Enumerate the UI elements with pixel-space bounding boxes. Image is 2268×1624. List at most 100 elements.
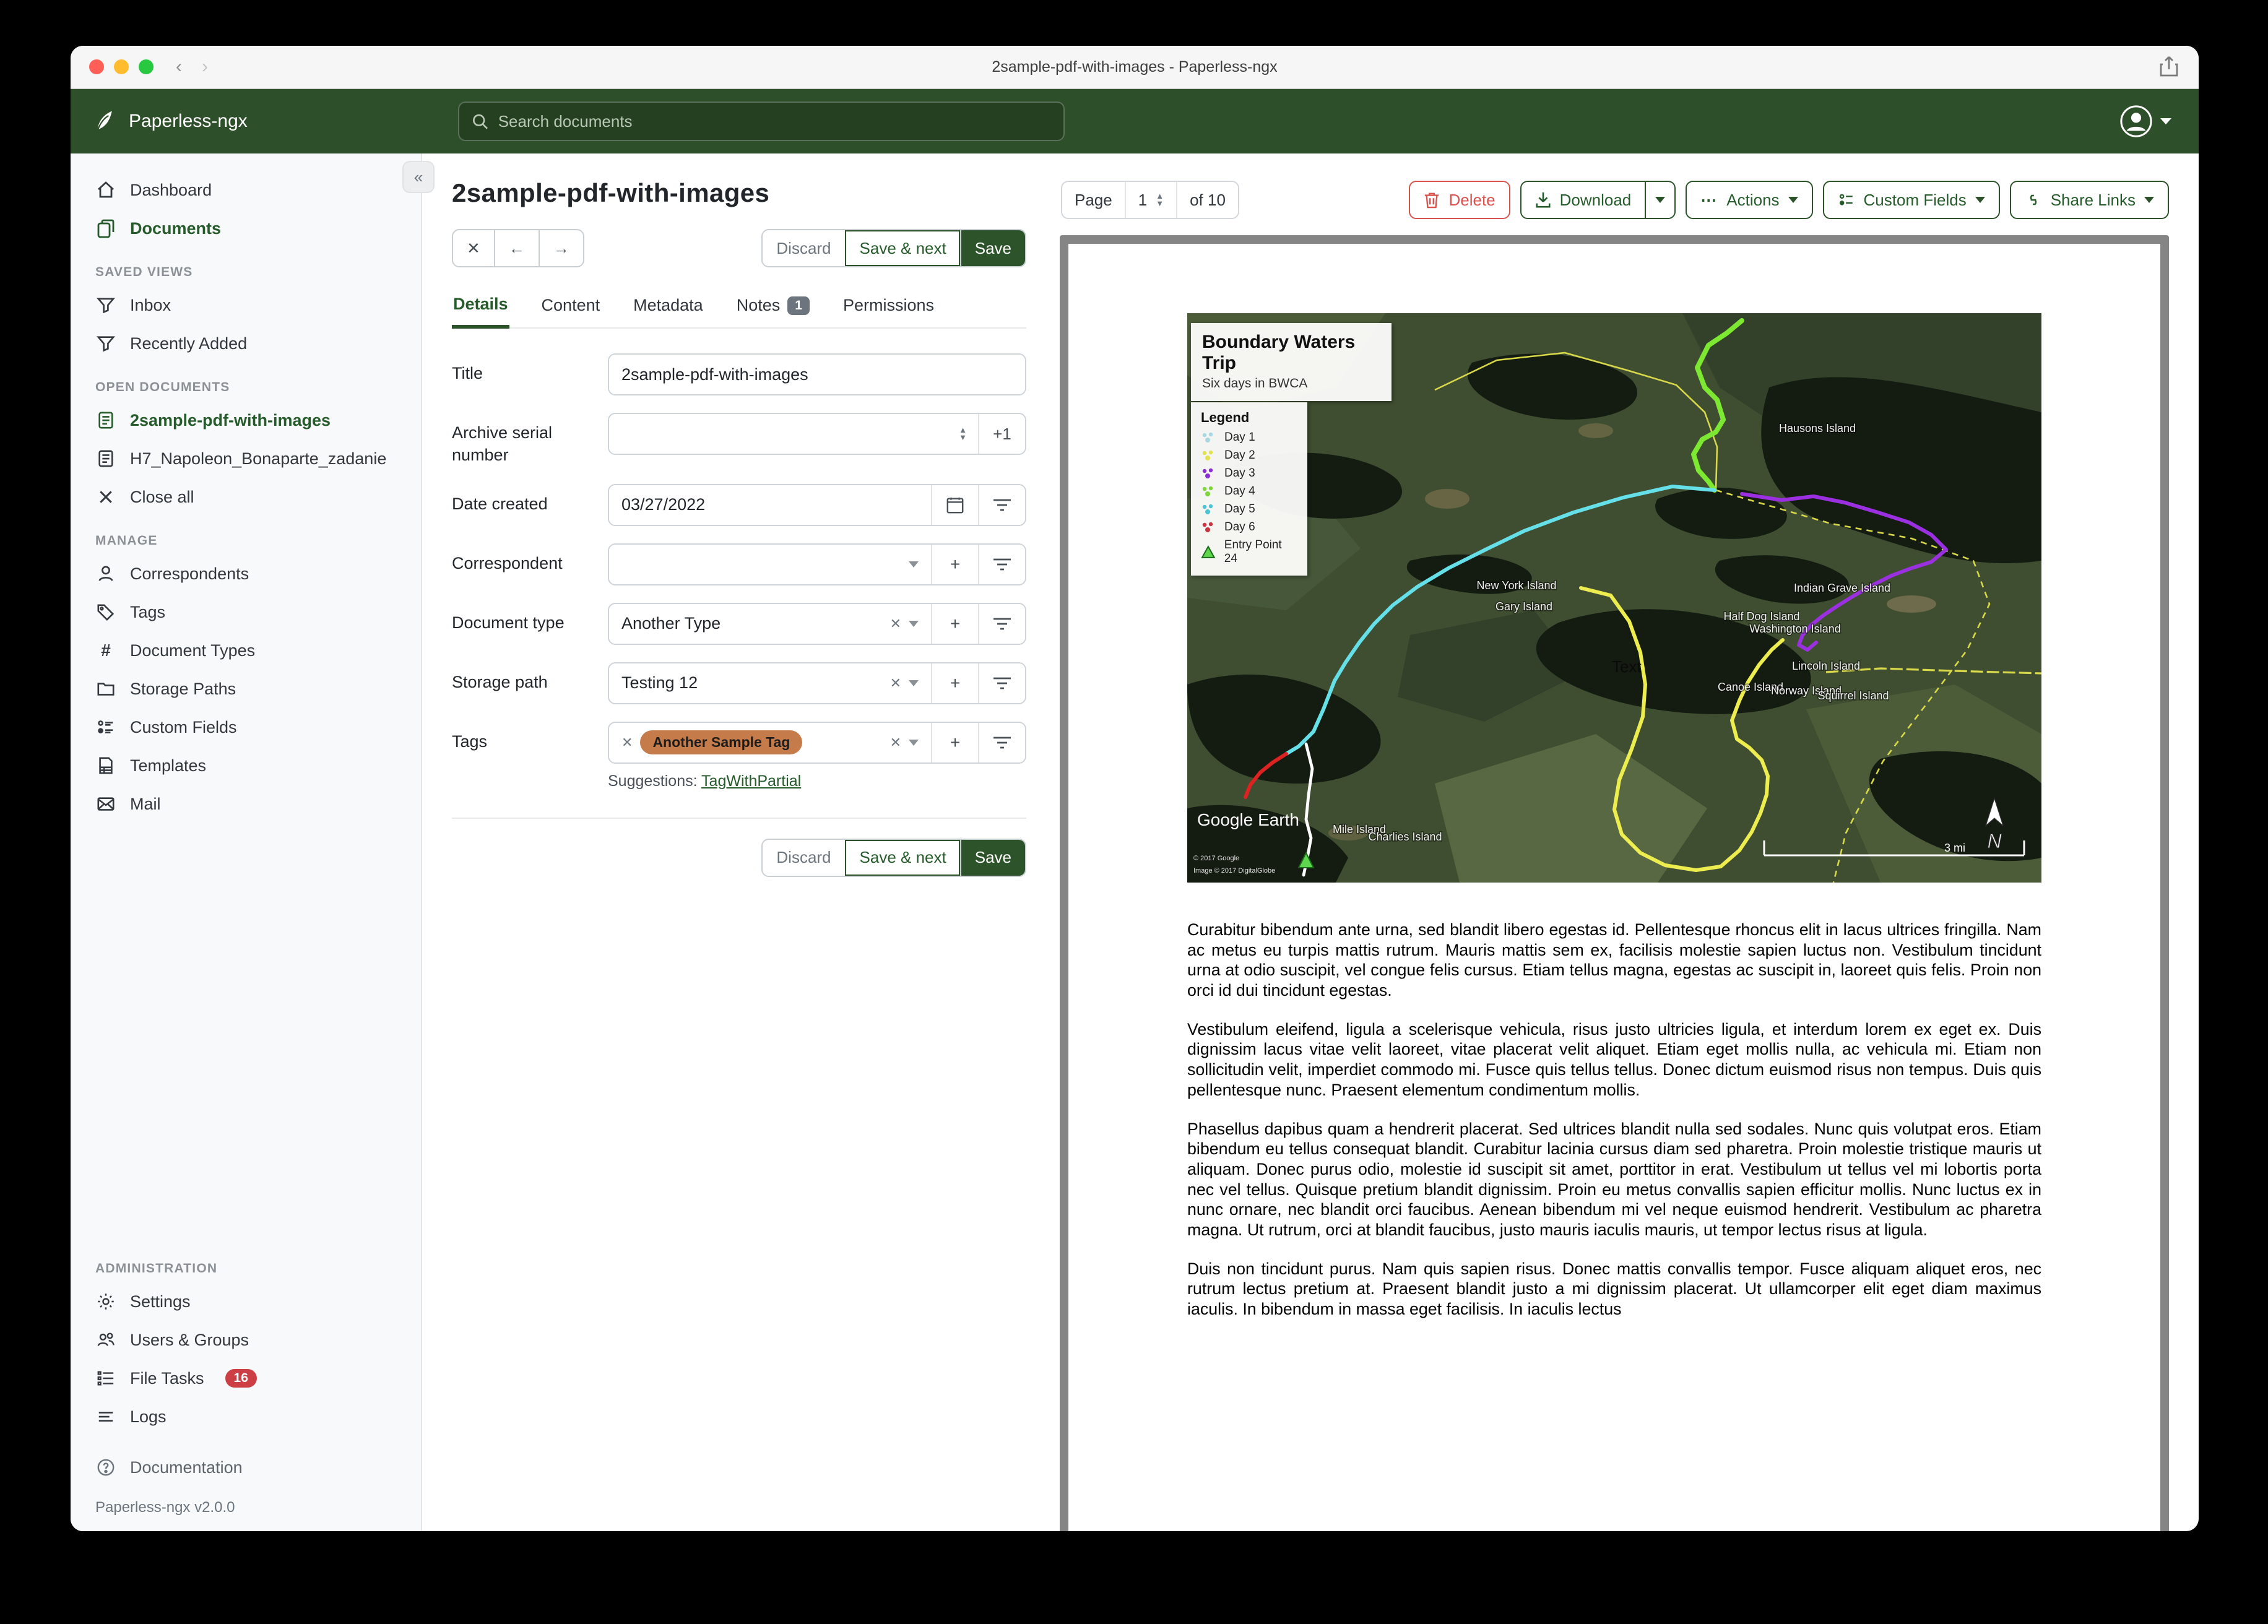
sidebar-item-label: Custom Fields <box>130 717 237 736</box>
tab-notes[interactable]: Notes 1 <box>735 295 811 327</box>
save-button[interactable]: Save <box>959 230 1025 266</box>
sidebar-item-logs[interactable]: Logs <box>71 1397 421 1436</box>
custom-fields-button[interactable]: Custom Fields <box>1822 181 2000 219</box>
legend-label: Day 6 <box>1224 520 1255 533</box>
next-document-button[interactable]: → <box>538 230 583 266</box>
pdf-viewer-frame[interactable]: Hausons Island New York Island Gary Isla… <box>1060 235 2169 1531</box>
delete-button[interactable]: Delete <box>1409 181 1510 219</box>
sidebar-collapse-button[interactable]: « <box>402 161 435 193</box>
paragraph: Curabitur bibendum ante urna, sed blandi… <box>1187 920 2041 1000</box>
sidebar-item-label: Correspondents <box>130 564 249 583</box>
actions-button[interactable]: ⋯ Actions <box>1686 181 1813 219</box>
app-brand[interactable]: Paperless-ngx <box>90 108 248 135</box>
document-icon <box>95 448 116 469</box>
sidebar-item-document-types[interactable]: # Document Types <box>71 631 421 670</box>
discard-button[interactable]: Discard <box>763 230 845 266</box>
clear-icon[interactable]: ✕ <box>890 616 901 632</box>
save-next-button[interactable]: Save & next <box>844 839 960 876</box>
sidebar-open-doc-napoleon[interactable]: H7_Napoleon_Bonaparte_zadanie <box>71 439 421 478</box>
close-document-button[interactable]: ✕ <box>453 230 494 266</box>
tag-chip[interactable]: Another Sample Tag <box>640 730 803 755</box>
correspondent-filter-button[interactable] <box>978 544 1025 584</box>
title-input[interactable] <box>609 355 1025 394</box>
sidebar-item-recently-added[interactable]: Recently Added <box>71 324 421 363</box>
add-storage-path-button[interactable]: + <box>931 663 978 703</box>
avatar <box>2120 105 2152 137</box>
clear-icon[interactable]: ✕ <box>890 675 901 691</box>
sidebar-item-label: Documentation <box>130 1458 243 1477</box>
clear-icon[interactable]: ✕ <box>890 735 901 751</box>
sidebar-item-storage-paths[interactable]: Storage Paths <box>71 670 421 708</box>
download-options-button[interactable] <box>1646 181 1676 219</box>
share-icon[interactable] <box>2159 56 2179 83</box>
sidebar-close-all[interactable]: Close all <box>71 478 421 516</box>
save-group-top: Discard Save & next Save <box>761 229 1026 267</box>
document-type-select[interactable]: Another Type ✕ <box>609 604 931 644</box>
tab-details[interactable]: Details <box>452 295 509 329</box>
correspondent-select[interactable] <box>609 545 931 584</box>
chevron-down-icon <box>2160 118 2171 124</box>
tags-filter-button[interactable] <box>978 722 1025 762</box>
date-filter-button[interactable] <box>978 485 1025 525</box>
sidebar-item-dashboard[interactable]: Dashboard <box>71 171 421 209</box>
save-group-bottom: Discard Save & next Save <box>761 838 1026 877</box>
sidebar-item-correspondents[interactable]: Correspondents <box>71 555 421 593</box>
tags-select[interactable]: ✕ Another Sample Tag ✕ <box>609 723 931 762</box>
legend-track-icon <box>1202 468 1213 478</box>
sidebar-item-custom-fields[interactable]: Custom Fields <box>71 708 421 746</box>
tag-suggestions: Suggestions: TagWithPartial <box>608 772 802 790</box>
storage-path-label: Storage path <box>452 672 548 691</box>
add-document-type-button[interactable]: + <box>931 603 978 644</box>
history-forward-icon[interactable]: › <box>202 56 208 77</box>
asn-stepper[interactable]: ▲ ▼ <box>948 414 978 454</box>
documents-icon <box>95 218 116 239</box>
tab-permissions[interactable]: Permissions <box>842 295 935 327</box>
storage-path-select[interactable]: Testing 12 ✕ <box>609 663 931 703</box>
chevron-down-icon <box>909 680 919 686</box>
island-label: Hausons Island <box>1779 422 1856 434</box>
suggestion-link[interactable]: TagWithPartial <box>701 772 801 790</box>
add-tag-button[interactable]: + <box>931 722 978 762</box>
share-links-button[interactable]: Share Links <box>2009 181 2169 219</box>
macos-titlebar: ‹ › 2sample-pdf-with-images - Paperless-… <box>71 46 2199 89</box>
minimize-window-button[interactable] <box>114 59 129 74</box>
sidebar-open-doc-current[interactable]: 2sample-pdf-with-images <box>71 401 421 439</box>
manage-header: MANAGE <box>95 533 158 548</box>
tab-content[interactable]: Content <box>540 295 602 327</box>
remove-tag-icon[interactable]: ✕ <box>621 735 633 751</box>
sidebar-item-label: Close all <box>130 487 194 506</box>
discard-button[interactable]: Discard <box>763 839 845 876</box>
date-created-input[interactable] <box>609 485 931 525</box>
save-button[interactable]: Save <box>959 839 1025 876</box>
link-icon <box>2030 194 2036 205</box>
sidebar-item-settings[interactable]: Settings <box>71 1282 421 1321</box>
page-number-input[interactable]: 1 <box>1138 191 1147 210</box>
sidebar-item-file-tasks[interactable]: File Tasks 16 <box>71 1359 421 1397</box>
storage-path-filter-button[interactable] <box>978 663 1025 703</box>
sidebar-item-documents[interactable]: Documents <box>71 209 421 248</box>
sidebar-item-inbox[interactable]: Inbox <box>71 286 421 324</box>
previous-document-button[interactable]: ← <box>493 230 539 266</box>
map-copyright: Image © 2017 DigitalGlobe <box>1193 867 1275 875</box>
sidebar-item-documentation[interactable]: Documentation <box>71 1448 421 1487</box>
zoom-window-button[interactable] <box>139 59 154 74</box>
sidebar-item-tags[interactable]: Tags <box>71 593 421 631</box>
download-button[interactable]: Download <box>1520 181 1647 219</box>
add-correspondent-button[interactable]: + <box>931 544 978 584</box>
calendar-button[interactable] <box>931 485 978 525</box>
tab-metadata[interactable]: Metadata <box>632 295 704 327</box>
history-back-icon[interactable]: ‹ <box>176 56 182 77</box>
asn-input[interactable] <box>609 414 948 454</box>
close-window-button[interactable] <box>89 59 104 74</box>
sidebar-item-mail[interactable]: Mail <box>71 785 421 823</box>
sidebar-item-templates[interactable]: Templates <box>71 746 421 785</box>
page-title: 2sample-pdf-with-images <box>452 178 770 207</box>
page-stepper[interactable]: ▲ ▼ <box>1156 192 1164 207</box>
save-next-button[interactable]: Save & next <box>844 230 960 266</box>
sidebar-item-users-groups[interactable]: Users & Groups <box>71 1321 421 1359</box>
user-menu[interactable] <box>2119 105 2171 138</box>
sidebar-item-label: Tags <box>130 602 166 621</box>
asn-plus-one-button[interactable]: +1 <box>978 414 1025 454</box>
search-input[interactable] <box>498 111 1051 131</box>
document-type-filter-button[interactable] <box>978 603 1025 644</box>
